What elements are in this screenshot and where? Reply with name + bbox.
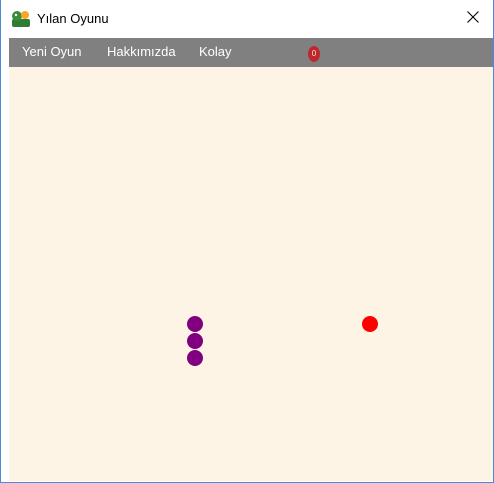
menu-about[interactable]: Hakkımızda [107, 44, 176, 60]
window-left-margin [1, 38, 9, 481]
close-button[interactable] [453, 0, 493, 38]
close-icon [466, 10, 480, 29]
snake-segment [187, 316, 203, 332]
snake-segment [187, 333, 203, 349]
score-value: 0 [311, 49, 317, 58]
game-window: Yılan Oyunu Yeni Oyun Hakkımızda Kolay 0 [0, 0, 494, 483]
snake-app-icon [11, 10, 31, 28]
menu-new-game[interactable]: Yeni Oyun [22, 44, 82, 60]
food-item [362, 316, 378, 332]
game-board[interactable] [9, 67, 493, 481]
snake-segment [187, 350, 203, 366]
menu-difficulty[interactable]: Kolay [199, 44, 232, 60]
window-title: Yılan Oyunu [37, 11, 109, 26]
score-badge: 0 [308, 46, 320, 62]
menu-bar: Yeni Oyun Hakkımızda Kolay [9, 38, 493, 67]
title-bar[interactable]: Yılan Oyunu [1, 0, 493, 38]
